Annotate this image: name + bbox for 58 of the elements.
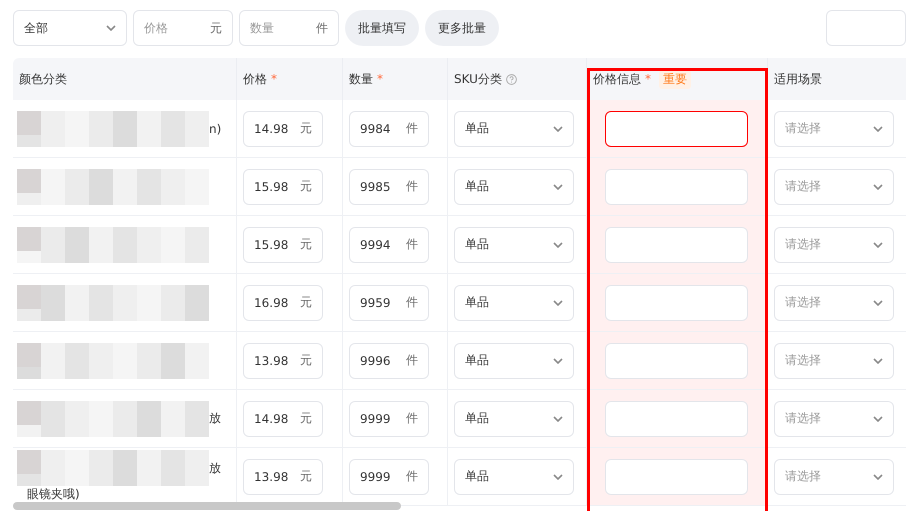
color-name-text: 眼镜夹哦) <box>26 486 80 503</box>
price-field[interactable]: 13.98 元 <box>243 458 323 494</box>
input-field[interactable] <box>826 10 906 46</box>
help-icon[interactable] <box>506 74 517 84</box>
column-header: 价格 <box>243 70 267 88</box>
scope-select[interactable]: 全部 <box>13 10 127 46</box>
quantity-field[interactable]: 9994 件 <box>349 226 429 262</box>
quantity-field[interactable]: 9959 件 <box>349 284 429 320</box>
color-name-text: n) <box>209 122 222 136</box>
price-info-field[interactable] <box>605 110 748 146</box>
price-field[interactable]: 15.98 元 <box>243 168 323 204</box>
quantity-input[interactable]: 数量 件 <box>239 10 339 46</box>
chevron-down-icon <box>553 242 563 248</box>
sku-select[interactable]: 单品 <box>454 284 574 320</box>
quantity-field[interactable]: 9985 件 <box>349 168 429 204</box>
quantity-field[interactable]: 9999 件 <box>349 400 429 436</box>
chevron-down-icon <box>873 184 883 190</box>
quantity-field[interactable]: 9999 件 <box>349 458 429 494</box>
price-field[interactable]: 13.98 元 <box>243 342 323 378</box>
chevron-down-icon <box>873 474 883 480</box>
sku-select[interactable]: 单品 <box>454 168 574 204</box>
sku-select[interactable]: 单品 <box>454 342 574 378</box>
price-field[interactable]: 16.98 元 <box>243 284 323 320</box>
chevron-down-icon <box>553 474 563 480</box>
scrollbar[interactable] <box>13 502 401 510</box>
price-field[interactable]: 15.98 元 <box>243 226 323 262</box>
column-header: SKU分类 <box>454 70 502 88</box>
color-name-text: 放 <box>209 410 221 427</box>
sku-select[interactable]: 单品 <box>454 110 574 146</box>
quantity-field[interactable]: 9996 件 <box>349 342 429 378</box>
column-header: 价格信息 <box>593 70 641 88</box>
chevron-down-icon <box>553 300 563 306</box>
price-field[interactable]: 14.98 元 <box>243 400 323 436</box>
required-mark: * <box>377 72 383 86</box>
chevron-down-icon <box>873 300 883 306</box>
required-mark: * <box>271 72 277 86</box>
chevron-down-icon <box>873 358 883 364</box>
sku-select[interactable]: 单品 <box>454 458 574 494</box>
quantity-field[interactable]: 9984 件 <box>349 110 429 146</box>
sku-select[interactable]: 单品 <box>454 226 574 262</box>
batch-button[interactable]: 更多批量 <box>425 10 499 46</box>
chevron-down-icon <box>553 184 563 190</box>
chevron-down-icon <box>873 126 883 132</box>
chevron-down-icon <box>553 416 563 422</box>
chevron-down-icon <box>106 25 116 31</box>
batch-button[interactable]: 批量填写 <box>345 10 419 46</box>
column-header: 数量 <box>349 70 373 88</box>
chevron-down-icon <box>553 358 563 364</box>
column-header: 颜色分类 <box>19 70 67 88</box>
color-name-text: 放 <box>209 460 221 476</box>
sku-select[interactable]: 单品 <box>454 400 574 436</box>
chevron-down-icon <box>873 416 883 422</box>
price-field[interactable]: 14.98 元 <box>243 110 323 146</box>
chevron-down-icon <box>873 242 883 248</box>
required-mark: * <box>645 72 651 86</box>
price-input[interactable]: 价格 元 <box>133 10 233 46</box>
chevron-down-icon <box>553 126 563 132</box>
column-header: 适用场景 <box>774 70 822 88</box>
